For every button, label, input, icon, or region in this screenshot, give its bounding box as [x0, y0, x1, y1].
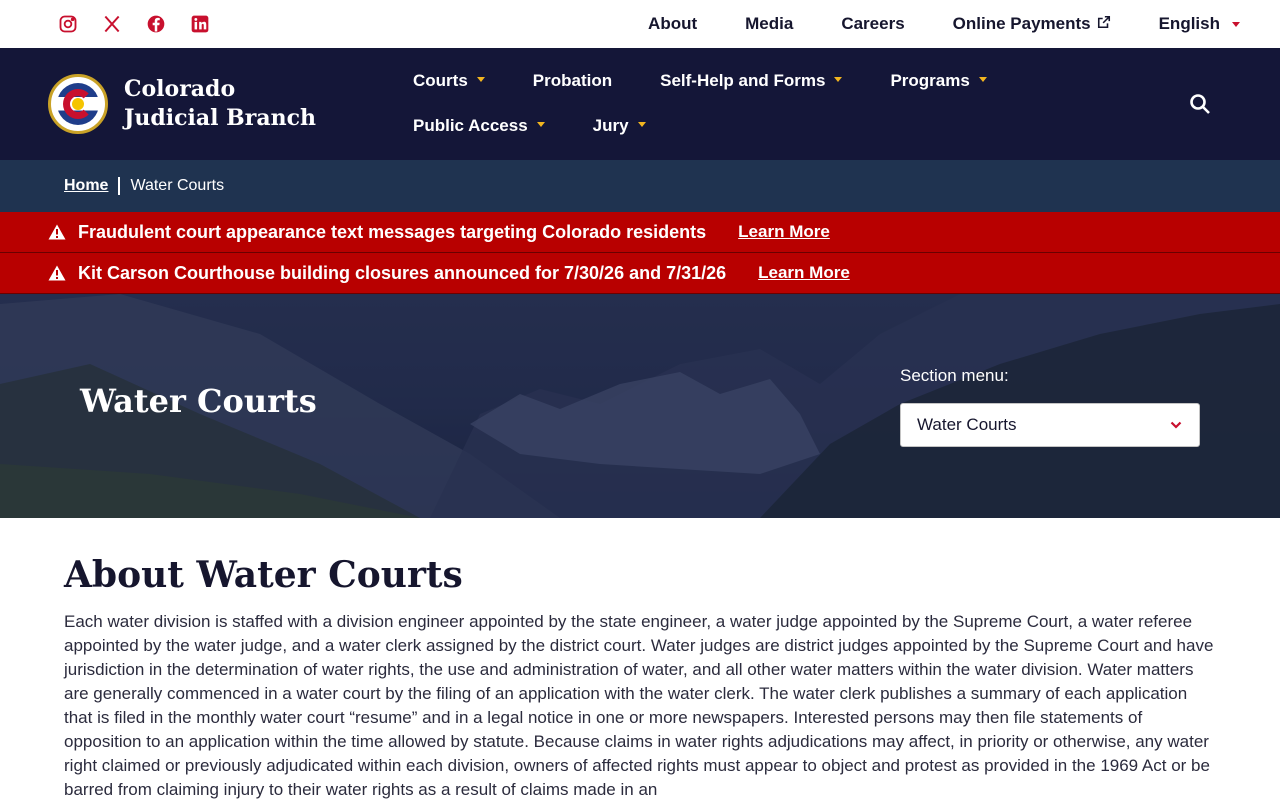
alert-banner: Fraudulent court appearance text message…	[0, 212, 1280, 253]
warning-icon	[48, 265, 66, 281]
nav-label: Jury	[592, 116, 629, 135]
alert-learn-more-link[interactable]: Learn More	[738, 222, 830, 242]
utility-links: About Media Careers Online Payments Engl…	[648, 0, 1240, 48]
section-menu-value: Water Courts	[917, 415, 1017, 434]
breadcrumb-current: Water Courts	[130, 177, 225, 194]
external-link-icon	[1097, 14, 1111, 34]
caret-down-icon	[834, 76, 843, 82]
search-icon[interactable]	[1188, 92, 1212, 116]
section-menu-select[interactable]: Water Courts	[900, 403, 1200, 447]
brand-link[interactable]: Colorado Judicial Branch	[0, 48, 413, 160]
alert-learn-more-link[interactable]: Learn More	[758, 263, 850, 283]
colorado-courts-seal-icon	[48, 74, 108, 134]
nav-item-jury[interactable]: Jury	[593, 115, 646, 137]
nav-label: Self-Help and Forms	[660, 71, 826, 90]
social-links	[56, 12, 212, 36]
nav-item-self-help-forms[interactable]: Self-Help and Forms	[660, 70, 843, 92]
online-payments-label: Online Payments	[952, 14, 1091, 33]
facebook-icon[interactable]	[144, 12, 168, 36]
language-label: English	[1158, 14, 1220, 33]
x-icon[interactable]	[100, 12, 124, 36]
page-title: Water Courts	[80, 382, 317, 420]
nav-label: Probation	[532, 71, 613, 90]
nav-item-courts[interactable]: Courts	[413, 70, 485, 92]
caret-down-icon	[1232, 21, 1240, 27]
online-payments-link[interactable]: Online Payments	[953, 14, 1111, 34]
caret-down-icon	[536, 121, 545, 127]
alert-message: Fraudulent court appearance text message…	[78, 221, 707, 242]
nav-item-programs[interactable]: Programs	[890, 70, 987, 92]
alert-banner: Kit Carson Courthouse building closures …	[0, 253, 1280, 294]
main-nav: Colorado Judicial Branch Courts Probatio…	[0, 48, 1280, 160]
nav-item-public-access[interactable]: Public Access	[413, 115, 545, 137]
breadcrumb: Home Water Courts	[0, 160, 1280, 212]
hero-banner: Water Courts Section menu: Water Courts	[0, 294, 1280, 518]
about-link[interactable]: About	[648, 14, 697, 34]
careers-link[interactable]: Careers	[841, 14, 904, 34]
main-content: About Water Courts Each water division i…	[0, 518, 1280, 800]
warning-icon	[48, 224, 66, 240]
breadcrumb-separator	[118, 177, 121, 195]
linkedin-icon[interactable]	[188, 12, 212, 36]
brand-name: Colorado Judicial Branch	[124, 76, 316, 131]
caret-down-icon	[978, 76, 987, 82]
primary-nav-items: Courts Probation Self-Help and Forms Pro…	[413, 48, 1153, 160]
caret-down-icon	[637, 121, 646, 127]
nav-label: Programs	[890, 71, 970, 90]
content-heading: About Water Courts	[64, 554, 463, 596]
utility-bar: About Media Careers Online Payments Engl…	[0, 0, 1280, 48]
caret-down-icon	[476, 76, 485, 82]
section-menu-label: Section menu:	[900, 366, 1009, 385]
media-link[interactable]: Media	[745, 14, 793, 34]
content-body: Each water division is staffed with a di…	[64, 612, 1214, 799]
nav-label: Public Access	[413, 116, 528, 135]
breadcrumb-home-link[interactable]: Home	[64, 177, 108, 195]
chevron-down-icon	[1169, 418, 1183, 432]
instagram-icon[interactable]	[56, 12, 80, 36]
nav-item-probation[interactable]: Probation	[533, 70, 612, 92]
nav-label: Courts	[413, 71, 468, 90]
language-selector[interactable]: English	[1159, 14, 1240, 34]
alert-message: Kit Carson Courthouse building closures …	[78, 262, 727, 283]
